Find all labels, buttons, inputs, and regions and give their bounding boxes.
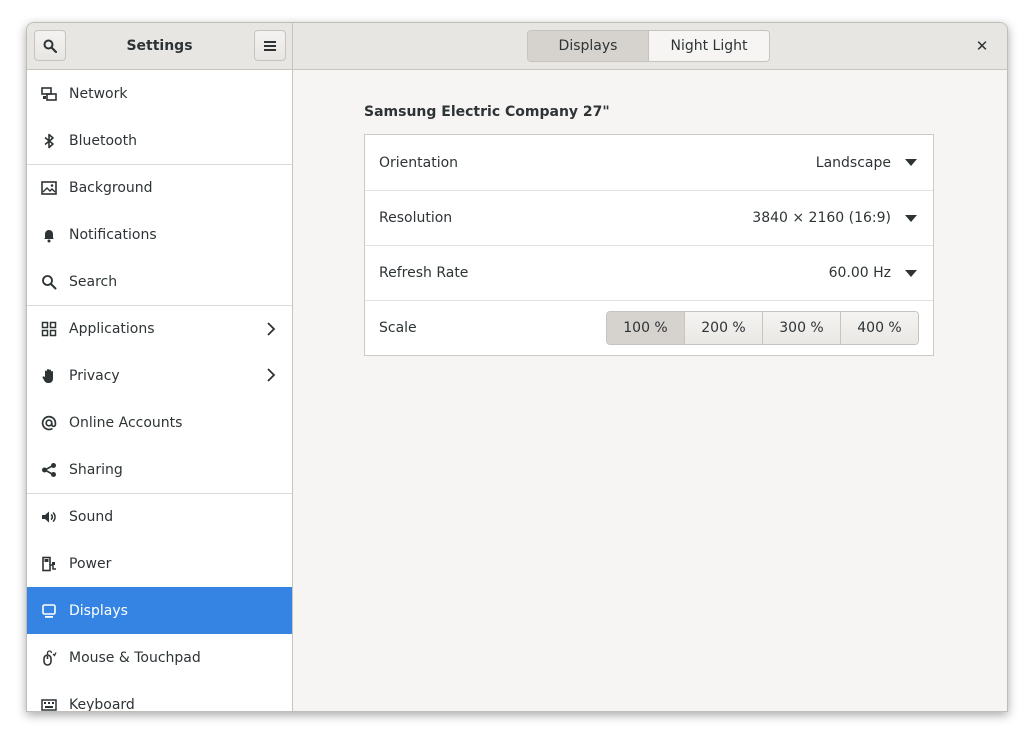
sidebar-item-label: Mouse & Touchpad xyxy=(69,649,201,666)
sidebar-item-label: Keyboard xyxy=(69,696,135,712)
search-icon xyxy=(43,39,57,53)
at-sign-icon xyxy=(41,415,57,431)
orientation-label: Orientation xyxy=(379,154,459,171)
sidebar-item-bluetooth[interactable]: Bluetooth xyxy=(27,117,292,164)
app-title: Settings xyxy=(126,38,193,54)
chevron-right-icon xyxy=(267,368,276,382)
background-icon xyxy=(41,180,57,196)
display-settings-panel: Samsung Electric Company 27" Orientation… xyxy=(293,70,1007,711)
orientation-value: Landscape xyxy=(815,154,891,171)
sidebar-item-label: Notifications xyxy=(69,226,157,243)
resolution-row[interactable]: Resolution 3840 × 2160 (16:9) xyxy=(365,190,933,245)
apps-grid-icon xyxy=(41,321,57,337)
scale-option-200[interactable]: 200 % xyxy=(684,312,762,344)
sidebar-item-privacy[interactable]: Privacy xyxy=(27,352,292,399)
sidebar-item-online-accounts[interactable]: Online Accounts xyxy=(27,399,292,446)
sidebar-item-background[interactable]: Background xyxy=(27,164,292,211)
sidebar-item-label: Online Accounts xyxy=(69,414,183,431)
bell-icon xyxy=(41,227,57,243)
close-icon: ✕ xyxy=(975,37,989,55)
content-header: Displays Night Light ✕ xyxy=(293,23,1007,70)
refresh-rate-label: Refresh Rate xyxy=(379,265,469,281)
view-switcher: Displays Night Light xyxy=(527,30,770,62)
sidebar-item-search[interactable]: Search xyxy=(27,258,292,305)
sidebar-item-label: Search xyxy=(69,273,118,290)
search-button[interactable] xyxy=(34,30,66,61)
sidebar: Network Bluetooth Background Notificatio… xyxy=(27,70,293,711)
scale-label: Scale xyxy=(379,320,417,336)
scale-option-300[interactable]: 300 % xyxy=(762,312,840,344)
sidebar-item-keyboard[interactable]: Keyboard xyxy=(27,681,292,711)
sidebar-item-label: Applications xyxy=(69,321,155,337)
scale-selector: 100 % 200 % 300 % 400 % xyxy=(606,311,919,345)
scale-option-400[interactable]: 400 % xyxy=(840,312,918,344)
resolution-label: Resolution xyxy=(379,210,453,226)
settings-window: Settings Displays Night Light ✕ Network … xyxy=(26,22,1008,712)
resolution-value: 3840 × 2160 (16:9) xyxy=(752,210,891,226)
search-icon xyxy=(41,274,57,290)
monitor-name: Samsung Electric Company 27" xyxy=(364,104,610,120)
sidebar-item-power[interactable]: Power xyxy=(27,540,292,587)
sidebar-item-notifications[interactable]: Notifications xyxy=(27,211,292,258)
share-icon xyxy=(41,462,57,478)
sidebar-item-label: Displays xyxy=(69,602,128,619)
scale-row: Scale 100 % 200 % 300 % 400 % xyxy=(365,300,933,355)
scale-option-100[interactable]: 100 % xyxy=(607,312,684,344)
refresh-rate-row[interactable]: Refresh Rate 60.00 Hz xyxy=(365,245,933,300)
dropdown-arrow-icon xyxy=(905,215,917,222)
sidebar-item-label: Bluetooth xyxy=(69,132,137,149)
tab-night-light[interactable]: Night Light xyxy=(649,31,769,61)
refresh-rate-value: 60.00 Hz xyxy=(828,265,891,281)
dropdown-arrow-icon xyxy=(905,159,917,166)
display-settings-list: Orientation Landscape Resolution 3840 × … xyxy=(364,134,934,356)
header-bar: Settings Displays Night Light ✕ xyxy=(27,23,1007,70)
bluetooth-icon xyxy=(41,133,57,149)
speaker-icon xyxy=(41,509,57,525)
chevron-right-icon xyxy=(267,322,276,336)
sidebar-item-sharing[interactable]: Sharing xyxy=(27,446,292,493)
dropdown-arrow-icon xyxy=(905,270,917,277)
sidebar-item-mouse-touchpad[interactable]: Mouse & Touchpad xyxy=(27,634,292,681)
keyboard-icon xyxy=(41,697,57,712)
sidebar-item-applications[interactable]: Applications xyxy=(27,305,292,352)
mouse-icon xyxy=(41,649,57,666)
menu-button[interactable] xyxy=(254,30,286,61)
sidebar-header: Settings xyxy=(27,23,293,70)
hand-icon xyxy=(41,368,57,384)
network-icon xyxy=(41,86,57,102)
tab-displays[interactable]: Displays xyxy=(528,31,649,61)
sidebar-item-label: Sound xyxy=(69,509,114,525)
sidebar-item-network[interactable]: Network xyxy=(27,70,292,117)
close-button[interactable]: ✕ xyxy=(971,35,993,57)
orientation-row[interactable]: Orientation Landscape xyxy=(365,135,933,190)
sidebar-item-label: Privacy xyxy=(69,367,120,384)
hamburger-menu-icon xyxy=(264,40,276,51)
sidebar-item-label: Power xyxy=(69,555,112,572)
sidebar-item-label: Sharing xyxy=(69,461,123,478)
sidebar-item-label: Background xyxy=(69,180,153,196)
sidebar-item-displays[interactable]: Displays xyxy=(27,587,292,634)
power-icon xyxy=(41,556,57,572)
sidebar-item-sound[interactable]: Sound xyxy=(27,493,292,540)
display-icon xyxy=(41,603,57,619)
sidebar-item-label: Network xyxy=(69,85,128,102)
